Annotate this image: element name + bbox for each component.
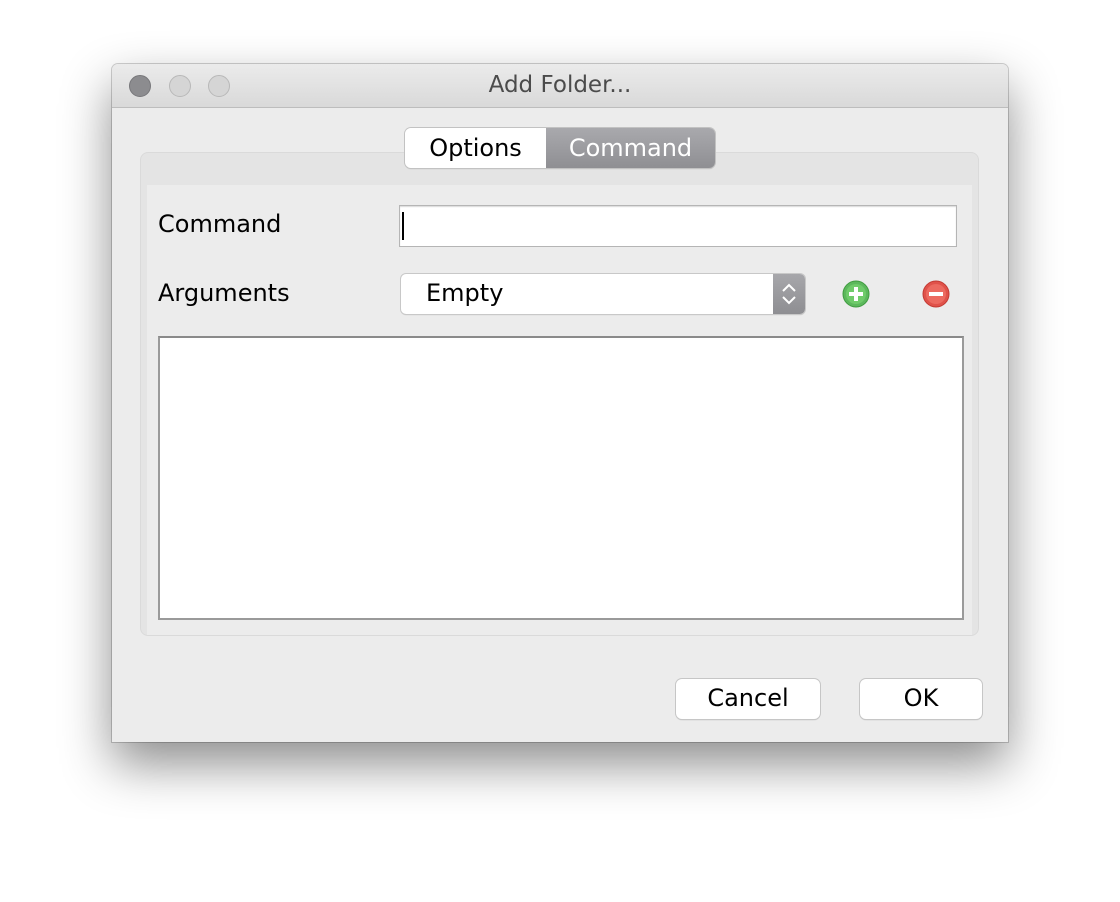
up-down-chevron-icon — [773, 274, 805, 314]
plus-circle-icon — [842, 280, 870, 308]
window-title: Add Folder... — [488, 72, 632, 98]
dialog-window: Add Folder... Options Command Command Ar… — [112, 64, 1008, 742]
title-bar[interactable]: Add Folder... — [112, 64, 1008, 108]
cancel-button[interactable]: Cancel — [676, 679, 820, 719]
command-input[interactable] — [399, 205, 957, 247]
tab-options[interactable]: Options — [405, 128, 546, 168]
add-argument-button[interactable] — [842, 280, 870, 308]
tab-command[interactable]: Command — [546, 128, 715, 168]
ok-button[interactable]: OK — [860, 679, 982, 719]
remove-argument-button[interactable] — [922, 280, 950, 308]
text-cursor — [402, 212, 404, 240]
arguments-list[interactable] — [158, 336, 964, 620]
command-label: Command — [158, 210, 282, 238]
arguments-select[interactable]: Empty — [401, 274, 805, 314]
tab-bar: Options Command — [405, 128, 715, 168]
arguments-label: Arguments — [158, 279, 290, 307]
minus-circle-icon — [922, 280, 950, 308]
arguments-select-value: Empty — [426, 279, 504, 307]
